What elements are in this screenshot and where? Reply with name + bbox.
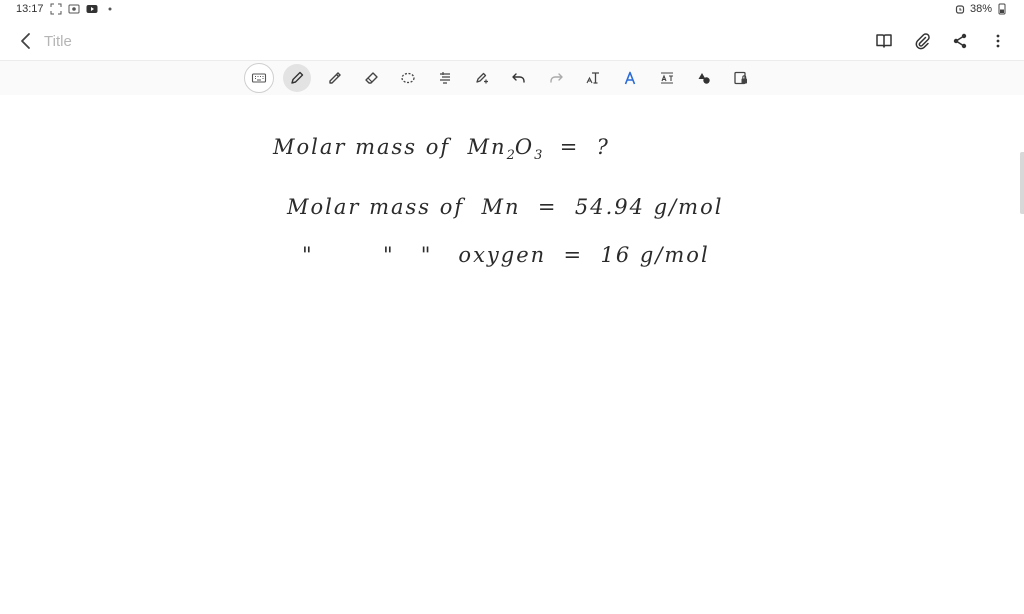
attach-button[interactable] [910, 28, 934, 54]
insert-text-icon [661, 72, 673, 84]
status-right: 38% [954, 3, 1008, 15]
pen-icon [291, 71, 304, 84]
share-icon [953, 33, 967, 49]
pen-settings-icon [476, 72, 488, 84]
pen-settings-tool-button[interactable] [468, 64, 496, 92]
more-options-button[interactable] [986, 28, 1010, 54]
text-tool-button[interactable] [579, 64, 607, 92]
alarm-icon [954, 3, 966, 15]
note-canvas[interactable]: Molar mass of Mn2O3 = ? Molar mass of Mn… [0, 95, 1024, 614]
eraser-icon [365, 72, 378, 84]
undo-icon [512, 73, 525, 83]
redo-button[interactable] [542, 64, 570, 92]
battery-icon [996, 3, 1008, 15]
highlighter-icon [329, 72, 341, 84]
share-button[interactable] [948, 28, 972, 54]
back-button[interactable] [14, 28, 36, 54]
title-actions [872, 28, 1010, 54]
video-app-icon [86, 3, 98, 15]
note-line-question: Molar mass of Mn2O3 = ? [273, 135, 610, 163]
line1-oxygen-symbol: O [514, 135, 535, 159]
redo-icon [550, 73, 563, 83]
highlighter-tool-button[interactable] [320, 64, 348, 92]
pen-tool-button[interactable] [283, 64, 311, 92]
battery-percent: 38% [969, 3, 992, 15]
line1-prefix: Molar mass of Mn [273, 135, 507, 159]
tool-group [244, 63, 755, 93]
screen-record-icon [68, 3, 80, 15]
shapes-tool-button[interactable] [690, 64, 718, 92]
lasso-tool-button[interactable] [394, 64, 422, 92]
reading-mode-button[interactable] [872, 28, 896, 54]
lasso-icon [401, 72, 415, 84]
eraser-tool-button[interactable] [357, 64, 385, 92]
more-vertical-icon [996, 34, 1000, 48]
text-format-tool-button[interactable] [431, 64, 459, 92]
image-lock-tool-button[interactable] [727, 64, 755, 92]
note-line-mn-mass: Molar mass of Mn = 54.94 g/mol [287, 195, 724, 219]
title-bar [0, 24, 1024, 58]
text-style-icon [624, 71, 636, 85]
paperclip-icon [915, 33, 930, 50]
insert-text-tool-button[interactable] [653, 64, 681, 92]
image-lock-icon [734, 71, 747, 85]
text-format-icon [440, 72, 450, 84]
chevron-left-icon [21, 33, 30, 49]
status-left: 13:17 [16, 3, 116, 15]
title-input[interactable] [44, 30, 344, 52]
keyboard-icon [251, 73, 267, 83]
drawing-toolbar [0, 60, 1024, 96]
book-icon [876, 34, 892, 48]
side-scroll-handle[interactable] [1020, 152, 1024, 214]
screenshot-icon [50, 3, 62, 15]
shapes-icon [698, 73, 710, 84]
status-time: 13:17 [16, 3, 44, 15]
line1-suffix: = ? [542, 135, 610, 159]
notes-app-screen: 13:17 38% Title Molar mass of Mn2O3 = ? … [0, 0, 1024, 614]
keyboard-tool-button[interactable] [244, 63, 274, 93]
undo-button[interactable] [505, 64, 533, 92]
text-cursor-icon [586, 72, 599, 84]
text-style-tool-button[interactable] [616, 64, 644, 92]
note-line-oxygen-mass: " " " oxygen = 16 g/mol [302, 243, 710, 267]
line1-subscript-mn: 2 [506, 148, 515, 163]
status-bar: 13:17 38% [0, 0, 1024, 20]
notification-dot-icon [104, 3, 116, 15]
